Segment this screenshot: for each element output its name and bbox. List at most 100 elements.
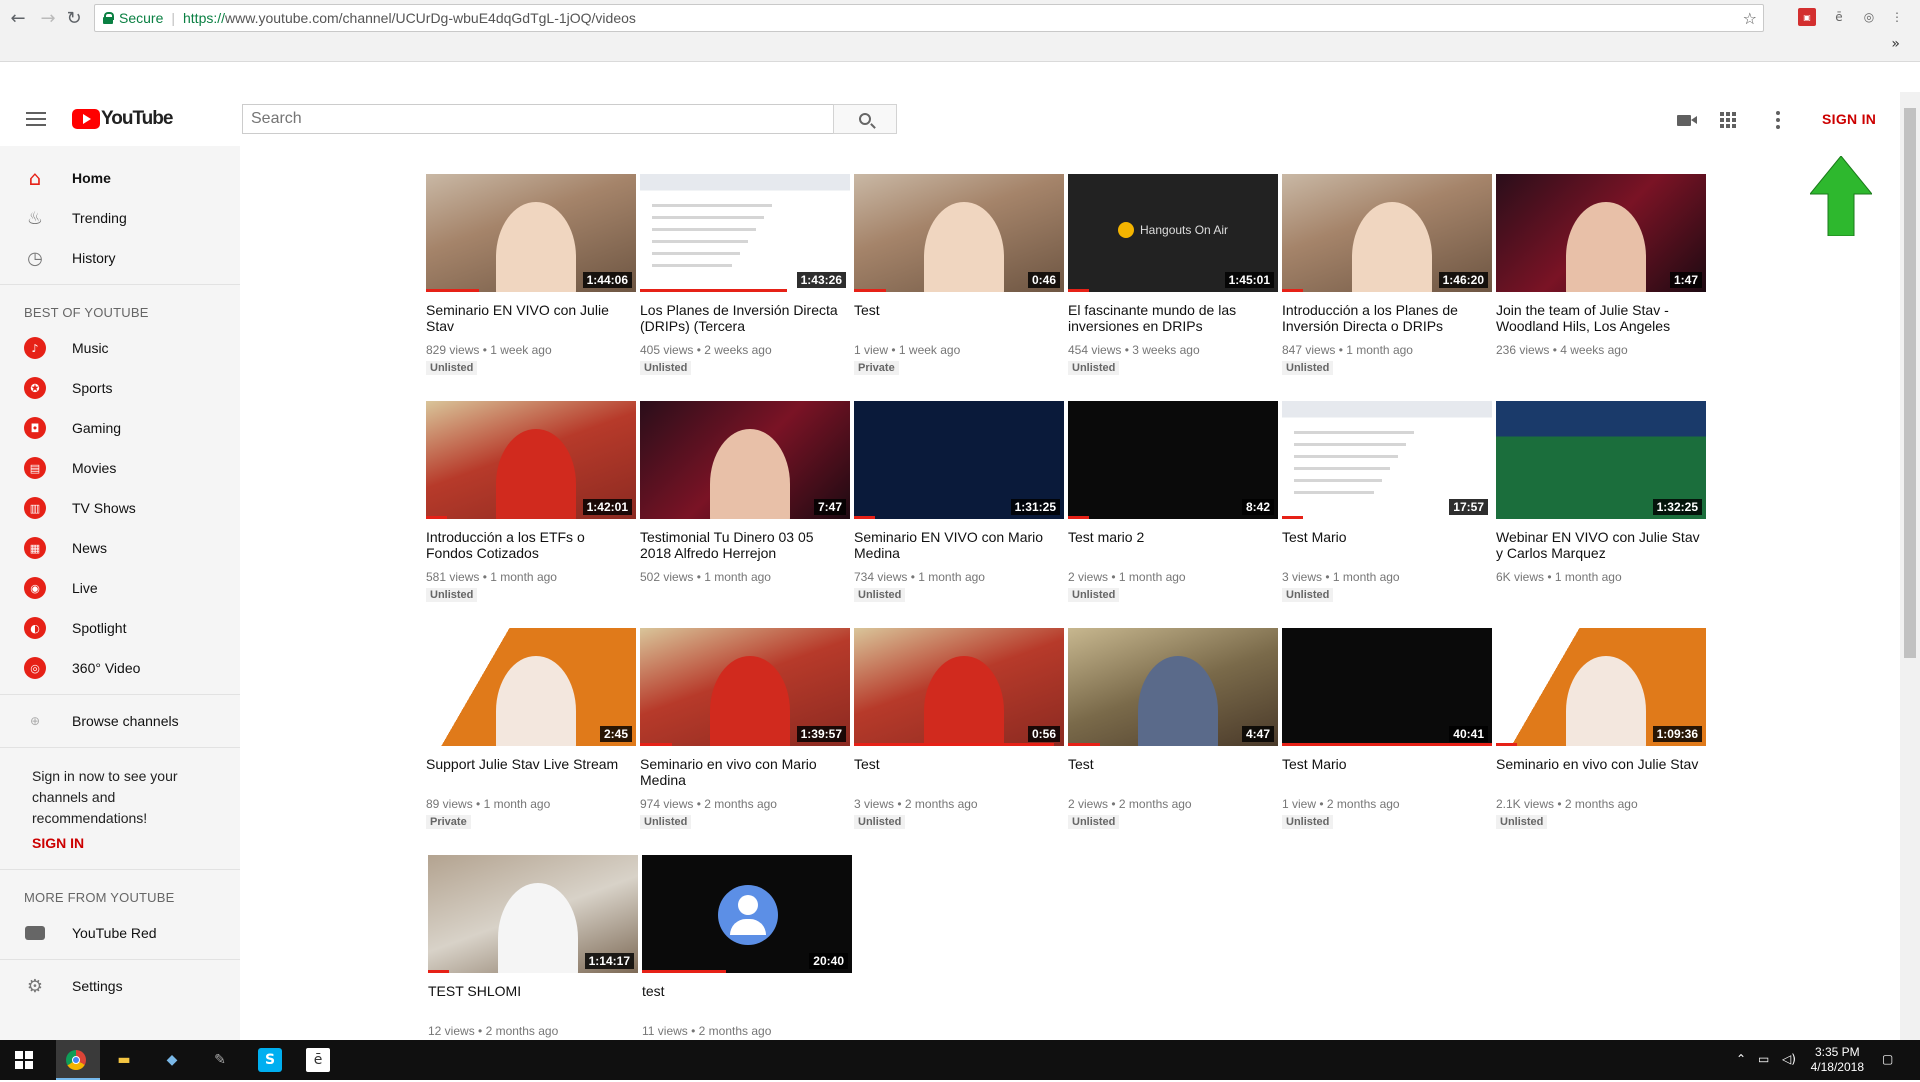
browser-menu-icon[interactable]: ⋮: [1888, 8, 1906, 26]
video-thumbnail[interactable]: 1:42:01: [426, 401, 636, 519]
sign-in-button[interactable]: SIGN IN: [1822, 111, 1876, 127]
video-thumbnail[interactable]: 17:57: [1282, 401, 1492, 519]
video-card[interactable]: 1:32:25 Webinar EN VIVO con Julie Stav y …: [1496, 401, 1710, 628]
video-card[interactable]: 2:45 Support Julie Stav Live Stream 89 vie…: [426, 628, 640, 855]
video-thumbnail[interactable]: 1:46:20: [1282, 174, 1492, 292]
bookmarks-overflow-icon[interactable]: »: [1891, 36, 1900, 52]
video-title[interactable]: Seminario EN VIVO con Mario Medina: [854, 529, 1059, 561]
video-title[interactable]: Join the team of Julie Stav - Woodland H…: [1496, 302, 1701, 334]
video-title[interactable]: Test Mario: [1282, 756, 1487, 788]
sidebar-item-trending[interactable]: ♨ Trending: [0, 198, 240, 238]
video-title[interactable]: Test: [1068, 756, 1273, 788]
video-title[interactable]: Test: [854, 756, 1059, 788]
video-title[interactable]: Introducción a los Planes de Inversión D…: [1282, 302, 1487, 334]
windows-start-icon[interactable]: [12, 1048, 36, 1072]
video-title[interactable]: Testimonial Tu Dinero 03 05 2018 Alfredo…: [640, 529, 845, 561]
video-card[interactable]: 1:09:36 Seminario en vivo con Julie Stav 2…: [1496, 628, 1710, 855]
reload-icon[interactable]: ↻: [62, 6, 86, 30]
video-card[interactable]: 1:44:06 Seminario EN VIVO con Julie Stav 8…: [426, 174, 640, 401]
chrome-taskbar-icon[interactable]: [64, 1048, 88, 1072]
video-thumbnail[interactable]: 8:42: [1068, 401, 1278, 519]
forward-icon[interactable]: →: [36, 6, 60, 30]
video-thumbnail[interactable]: 0:56: [854, 628, 1064, 746]
tray-chevron-icon[interactable]: ⌃: [1736, 1052, 1746, 1066]
search-input[interactable]: [242, 104, 834, 134]
sidebar-item-history[interactable]: ◷ History: [0, 238, 240, 278]
video-thumbnail[interactable]: 7:47: [640, 401, 850, 519]
video-thumbnail[interactable]: 0:46: [854, 174, 1064, 292]
sidebar-item-spotlight[interactable]: ◐ Spotlight: [0, 608, 240, 648]
video-thumbnail[interactable]: 2:45: [426, 628, 636, 746]
sidebar-item-tv-shows[interactable]: ▥ TV Shows: [0, 488, 240, 528]
app-icon[interactable]: ◆: [160, 1048, 184, 1072]
sidebar-item-browse-channels[interactable]: ⊕ Browse channels: [0, 701, 240, 741]
video-title[interactable]: Test mario 2: [1068, 529, 1273, 561]
video-title[interactable]: TEST SHLOMI: [428, 983, 633, 1015]
sidebar-sign-in-link[interactable]: SIGN IN: [0, 835, 240, 863]
sidebar-item-music[interactable]: ♪ Music: [0, 328, 240, 368]
volume-icon[interactable]: ◁): [1782, 1052, 1796, 1066]
guide-menu-icon[interactable]: [26, 112, 46, 126]
video-title[interactable]: El fascinante mundo de las inversiones e…: [1068, 302, 1273, 334]
video-title[interactable]: Test Mario: [1282, 529, 1487, 561]
sidebar-item-home[interactable]: ⌂ Home: [0, 158, 240, 198]
sidebar-item-news[interactable]: ▦ News: [0, 528, 240, 568]
video-card[interactable]: 0:46 Test 1 view • 1 week ago Private: [854, 174, 1068, 401]
video-thumbnail[interactable]: 1:43:26: [640, 174, 850, 292]
page-scrollbar[interactable]: [1900, 92, 1920, 1040]
video-thumbnail[interactable]: 20:40: [642, 855, 852, 973]
video-card[interactable]: 1:46:20 Introducción a los Planes de Inve…: [1282, 174, 1496, 401]
video-title[interactable]: Seminario en vivo con Julie Stav: [1496, 756, 1701, 788]
video-title[interactable]: Los Planes de Inversión Directa (DRIPs) …: [640, 302, 845, 334]
video-thumbnail[interactable]: 1:47: [1496, 174, 1706, 292]
video-thumbnail[interactable]: 1:39:57: [640, 628, 850, 746]
edge-extension-icon[interactable]: ē: [1830, 8, 1848, 26]
sidebar-item-360-video[interactable]: ◎ 360° Video: [0, 648, 240, 688]
sidebar-item-youtube-red[interactable]: YouTube Red: [0, 913, 240, 953]
video-title[interactable]: Seminario en vivo con Mario Medina: [640, 756, 845, 788]
sidebar-item-sports[interactable]: ✪ Sports: [0, 368, 240, 408]
video-title[interactable]: Seminario EN VIVO con Julie Stav: [426, 302, 631, 334]
back-icon[interactable]: ←: [6, 6, 30, 30]
edge-taskbar-icon[interactable]: ē: [306, 1048, 330, 1072]
video-title[interactable]: Webinar EN VIVO con Julie Stav y Carlos …: [1496, 529, 1701, 561]
video-title[interactable]: test: [642, 983, 847, 1015]
video-thumbnail[interactable]: 1:14:17: [428, 855, 638, 973]
video-card[interactable]: 40:41 Test Mario 1 view • 2 months ago Unli…: [1282, 628, 1496, 855]
more-options-icon[interactable]: [1768, 110, 1788, 130]
video-card[interactable]: 1:43:26 Los Planes de Inversión Directa (…: [640, 174, 854, 401]
network-icon[interactable]: ▭: [1758, 1052, 1769, 1066]
video-thumbnail[interactable]: 1:31:25: [854, 401, 1064, 519]
sidebar-item-gaming[interactable]: ◘ Gaming: [0, 408, 240, 448]
video-thumbnail[interactable]: 4:47: [1068, 628, 1278, 746]
file-explorer-icon[interactable]: ▬: [112, 1048, 136, 1072]
video-card[interactable]: 7:47 Testimonial Tu Dinero 03 05 2018 Alf…: [640, 401, 854, 628]
scrollbar-thumb[interactable]: [1904, 108, 1916, 658]
paint-icon[interactable]: ✎: [208, 1048, 232, 1072]
video-card[interactable]: Hangouts On Air 1:45:01 El fascinante mund…: [1068, 174, 1282, 401]
video-card[interactable]: 1:39:57 Seminario en vivo con Mario Medin…: [640, 628, 854, 855]
video-title[interactable]: Support Julie Stav Live Stream: [426, 756, 631, 788]
sidebar-item-settings[interactable]: ⚙ Settings: [0, 966, 240, 1006]
notifications-icon[interactable]: ▢: [1882, 1052, 1893, 1066]
address-bar[interactable]: Secure | https://www.youtube.com/channel…: [94, 4, 1764, 32]
secure-indicator[interactable]: Secure: [95, 10, 163, 26]
skype-icon[interactable]: S: [258, 1048, 282, 1072]
video-thumbnail[interactable]: 40:41: [1282, 628, 1492, 746]
video-card[interactable]: 1:47 Join the team of Julie Stav - Woodla…: [1496, 174, 1710, 401]
video-thumbnail[interactable]: Hangouts On Air 1:45:01: [1068, 174, 1278, 292]
video-card[interactable]: 0:56 Test 3 views • 2 months ago Unlisted: [854, 628, 1068, 855]
sidebar-item-movies[interactable]: ▤ Movies: [0, 448, 240, 488]
extension-icon[interactable]: ▣: [1798, 8, 1816, 26]
youtube-logo[interactable]: YouTube: [72, 108, 173, 130]
video-card[interactable]: 17:57 Test Mario 3 views • 1 month ago Unli…: [1282, 401, 1496, 628]
search-button[interactable]: [833, 104, 897, 134]
video-card[interactable]: 4:47 Test 2 views • 2 months ago Unlisted: [1068, 628, 1282, 855]
video-card[interactable]: 1:42:01 Introducción a los ETFs o Fondos …: [426, 401, 640, 628]
video-thumbnail[interactable]: 1:09:36: [1496, 628, 1706, 746]
vpn-extension-icon[interactable]: ◎: [1860, 8, 1878, 26]
video-card[interactable]: 8:42 Test mario 2 2 views • 1 month ago Unl…: [1068, 401, 1282, 628]
video-thumbnail[interactable]: 1:44:06: [426, 174, 636, 292]
system-clock[interactable]: 3:35 PM 4/18/2018: [1811, 1045, 1864, 1075]
apps-grid-icon[interactable]: [1718, 110, 1738, 130]
